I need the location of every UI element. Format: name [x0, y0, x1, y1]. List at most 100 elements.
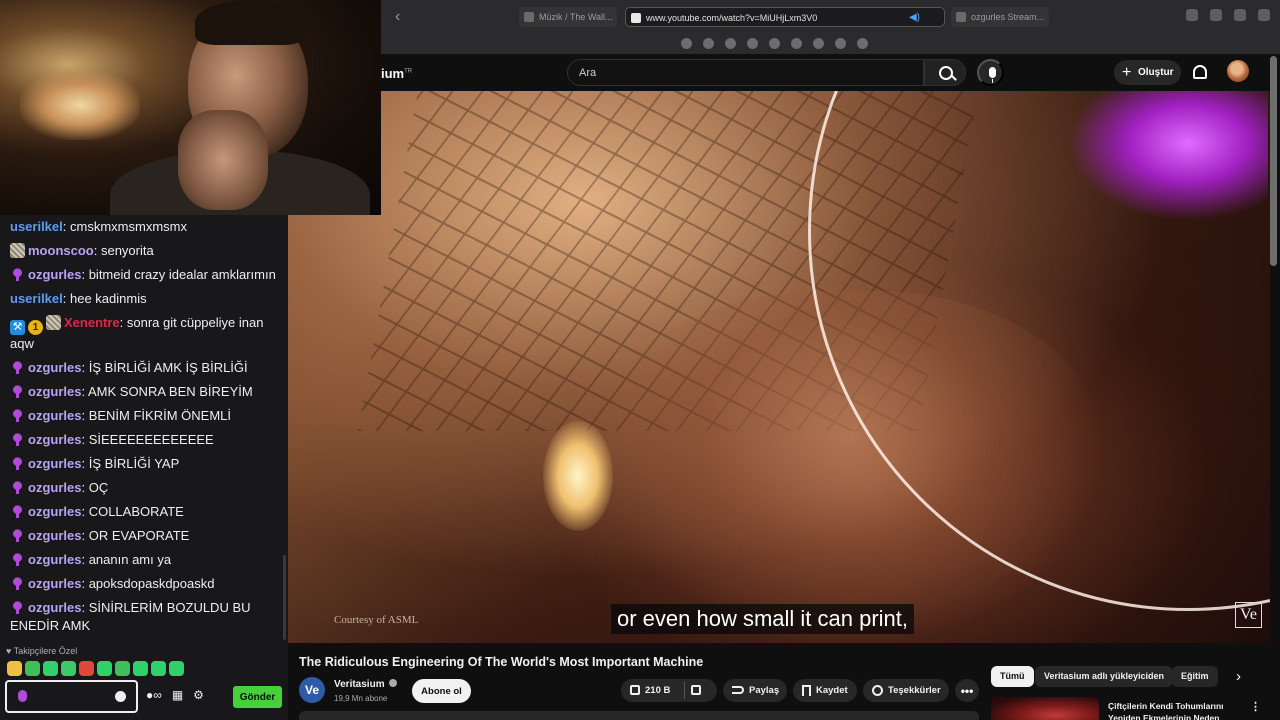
tab-stream[interactable]: ozgurles Stream...	[951, 7, 1049, 27]
chat-username[interactable]: userilkel	[10, 291, 63, 306]
chat-username[interactable]: ozgurles	[28, 480, 81, 495]
channel-name[interactable]: Veritasium	[334, 679, 397, 690]
emote-icon[interactable]	[151, 661, 166, 676]
chat-username[interactable]: ozgurles	[28, 552, 81, 567]
tabs-overview-icon[interactable]	[1258, 9, 1270, 21]
back-arrow-icon[interactable]: ‹	[395, 8, 400, 26]
thanks-button[interactable]: Teşekkürler	[863, 679, 949, 702]
chat-username[interactable]: ozgurles	[28, 600, 81, 615]
thumbs-down-icon[interactable]	[691, 685, 701, 695]
mic-badge-icon[interactable]	[10, 600, 25, 615]
chat-username[interactable]: ozgurles	[28, 384, 81, 399]
mic-badge-icon[interactable]	[10, 456, 25, 471]
chat-username[interactable]: ozgurles	[28, 432, 81, 447]
chat-username[interactable]: ozgurles	[28, 360, 81, 375]
recommendation-title[interactable]: Çiftçilerin Kendi Tohumlarını Yeniden Ek…	[1108, 700, 1236, 720]
chat-scrollbar[interactable]	[283, 555, 286, 640]
page-scrollbar[interactable]	[1270, 56, 1277, 266]
chevron-right-icon[interactable]: ›	[1236, 668, 1241, 685]
emote-icon[interactable]	[43, 661, 58, 676]
create-button[interactable]: + Oluştur	[1114, 60, 1181, 85]
chip-from-uploader[interactable]: Veritasium adlı yükleyiciden	[1035, 666, 1174, 687]
emoji-picker-icon[interactable]	[115, 691, 126, 702]
mic-badge-icon[interactable]	[10, 267, 25, 282]
subscribe-button[interactable]: Abone ol	[412, 679, 471, 703]
bookmark-icon[interactable]	[857, 38, 868, 49]
chip-education[interactable]: Eğitim	[1172, 666, 1218, 687]
img-badge-icon[interactable]	[46, 315, 61, 330]
new-tab-icon[interactable]	[1234, 9, 1246, 21]
emote-icon[interactable]	[25, 661, 40, 676]
mic-badge-icon[interactable]	[10, 432, 25, 447]
mic-badge-icon[interactable]	[10, 480, 25, 495]
gold-badge-icon[interactable]: 1	[28, 320, 43, 335]
tab-muzik[interactable]: Müzik / The Wall...	[519, 7, 617, 27]
search-icon[interactable]	[924, 59, 966, 86]
bookmark-icon[interactable]	[835, 38, 846, 49]
description-box[interactable]	[299, 711, 979, 720]
settings-gear-icon[interactable]: ⚙	[193, 688, 204, 702]
emote-icon[interactable]	[7, 661, 22, 676]
tab-youtube[interactable]: www.youtube.com/watch?v=MiUHjLxm3V0 ◀)	[625, 7, 945, 27]
search-input[interactable]	[568, 60, 923, 85]
chat-username[interactable]: ozgurles	[28, 528, 81, 543]
speaker-icon[interactable]: ◀)	[909, 8, 920, 26]
points-icon[interactable]: ●∞	[146, 688, 162, 702]
chat-input-box[interactable]	[5, 680, 138, 713]
mic-badge-icon[interactable]	[10, 504, 25, 519]
share-button[interactable]: Paylaş	[723, 679, 787, 702]
chat-separator: :	[81, 552, 89, 567]
mic-badge-icon[interactable]	[10, 408, 25, 423]
bookmark-icon[interactable]	[681, 38, 692, 49]
search-box[interactable]	[567, 59, 924, 86]
chat-username[interactable]: ozgurles	[28, 456, 81, 471]
more-actions-button[interactable]: •••	[955, 679, 979, 702]
chat-input[interactable]	[39, 688, 109, 706]
notifications-bell-icon[interactable]	[1193, 65, 1207, 79]
emote-icon[interactable]	[133, 661, 148, 676]
address-url[interactable]: www.youtube.com/watch?v=MiUHjLxm3V0	[646, 13, 817, 23]
emote-icon[interactable]	[79, 661, 94, 676]
chat-message-list[interactable]: userilkel: cmskmxmsmxmsmx moonscoo: senyo…	[0, 215, 288, 640]
bookmark-icon[interactable]	[813, 38, 824, 49]
channel-watermark[interactable]: Ve	[1235, 602, 1262, 628]
video-player[interactable]: Courtesy of ASML or even how small it ca…	[288, 91, 1270, 643]
send-button[interactable]: Gönder	[233, 686, 282, 708]
channel-avatar[interactable]: Ve	[299, 677, 325, 703]
chat-username[interactable]: ozgurles	[28, 576, 81, 591]
chat-username[interactable]: ozgurles	[28, 267, 81, 282]
youtube-logo[interactable]: iumTR	[381, 66, 412, 81]
mic-badge-icon[interactable]	[10, 384, 25, 399]
bookmark-icon[interactable]	[747, 38, 758, 49]
mic-badge-icon[interactable]	[10, 576, 25, 591]
bookmark-icon[interactable]	[791, 38, 802, 49]
img-badge-icon[interactable]	[10, 243, 25, 258]
voice-search-icon[interactable]	[977, 59, 1004, 86]
like-button[interactable]: 210 B	[621, 679, 717, 702]
bookmark-icon[interactable]	[703, 38, 714, 49]
chat-username[interactable]: moonscoo	[28, 243, 94, 258]
mic-badge-icon[interactable]	[10, 552, 25, 567]
store-icon[interactable]: ▦	[172, 688, 183, 702]
chat-username[interactable]: ozgurles	[28, 408, 81, 423]
bookmark-icon[interactable]	[725, 38, 736, 49]
emote-icon[interactable]	[61, 661, 76, 676]
save-button[interactable]: Kaydet	[793, 679, 857, 702]
recommendation-thumbnail[interactable]	[991, 697, 1099, 720]
chip-all[interactable]: Tümü	[991, 666, 1034, 687]
hammer-badge-icon[interactable]: ⚒	[10, 320, 25, 335]
browser-tab-bar: ‹ Müzik / The Wall... www.youtube.com/wa…	[381, 0, 1280, 34]
emote-icon[interactable]	[115, 661, 130, 676]
chat-username[interactable]: ozgurles	[28, 504, 81, 519]
extension-icon[interactable]	[1186, 9, 1198, 21]
mic-badge-icon[interactable]	[10, 360, 25, 375]
more-vert-icon[interactable]: ⋮	[1250, 700, 1261, 713]
share-icon[interactable]	[1210, 9, 1222, 21]
chat-username[interactable]: Xenentre	[64, 315, 120, 330]
emote-icon[interactable]	[97, 661, 112, 676]
mic-badge-icon[interactable]	[10, 528, 25, 543]
bookmark-icon[interactable]	[769, 38, 780, 49]
emote-icon[interactable]	[169, 661, 184, 676]
chat-username[interactable]: userilkel	[10, 219, 63, 234]
account-avatar[interactable]	[1227, 60, 1249, 82]
